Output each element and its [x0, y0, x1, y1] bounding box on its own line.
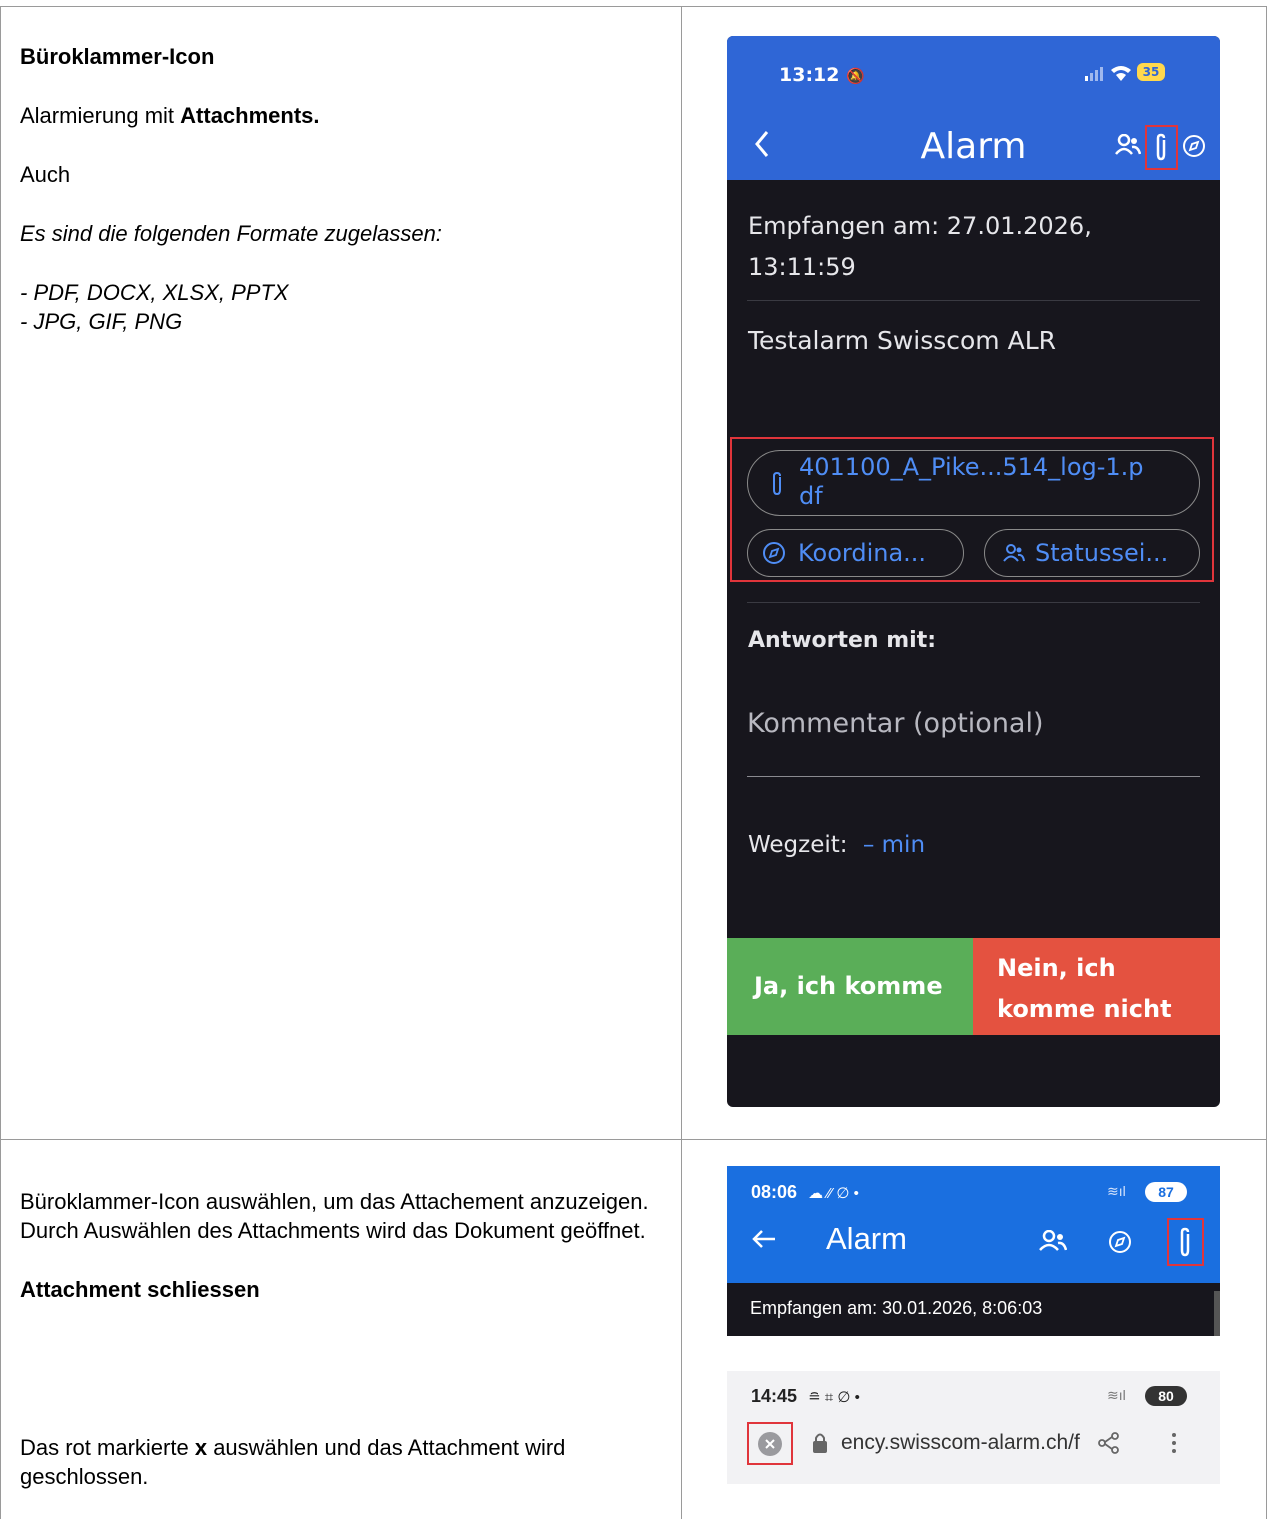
share-button[interactable] [1097, 1431, 1121, 1460]
attachment-filename: 401100_A_Pike...514_log-1.p df [799, 453, 1144, 510]
arrow-left-icon [752, 1230, 775, 1248]
compass-icon [763, 542, 785, 564]
received-label-2: Empfangen am: 30.01.2026, 8:06:03 [750, 1298, 1043, 1318]
compass-button-2[interactable] [1107, 1229, 1133, 1260]
close-icon [765, 1439, 775, 1449]
row2-heading: Attachment schliessen [20, 1277, 260, 1302]
attachment-chip[interactable]: 401100_A_Pike...514_log-1.p df [747, 450, 1200, 516]
status-time-2: 08:06 ☁ ⁄⁄ ∅ • [751, 1182, 859, 1202]
battery-icon: 80 [1145, 1386, 1187, 1406]
table-divider-middle [681, 6, 682, 1519]
mute-bell-icon: 🔕 [846, 67, 865, 85]
scrollbar[interactable] [1214, 1291, 1220, 1336]
table-row-divider [0, 1139, 1267, 1140]
phone-screenshot-alarm: 13:12 🔕 35 Alarm Empfangen am: 27.01.202… [727, 36, 1220, 1107]
yes-button[interactable]: Ja, ich komme [727, 938, 973, 1035]
page-title-2: Alarm [826, 1221, 907, 1256]
formats-line-2: - JPG, GIF, PNG [20, 309, 183, 334]
answer-label: Antworten mit: [748, 628, 937, 653]
wifi-signal-icon: ≋ıl [1107, 1387, 1126, 1403]
people-icon [1115, 133, 1142, 155]
phone-screenshot-alarm-2: 08:06 ☁ ⁄⁄ ∅ • ≋ıl 87 Alarm Empfangen am… [727, 1166, 1220, 1336]
row1-line1: Alarmierung mit Attachments. [20, 103, 320, 128]
compass-icon [1183, 135, 1205, 157]
people-button-2[interactable] [1039, 1229, 1068, 1257]
coordinates-chip-label: Koordina... [798, 539, 927, 567]
comment-placeholder: Kommentar (optional) [747, 708, 1044, 739]
no-button[interactable]: Nein, ich komme nicht [973, 938, 1220, 1035]
row1-line2: Auch [20, 162, 71, 187]
table-border-left [0, 6, 1, 1519]
status-time-3: 14:45 ≘ ⌗ ∅ • [751, 1386, 860, 1406]
formats-intro: Es sind die folgenden Formate zugelassen… [20, 221, 442, 246]
paperclip-icon [1180, 1227, 1190, 1257]
compass-button[interactable] [1182, 134, 1206, 162]
status-icons: ☁ ⁄⁄ ∅ • [808, 1185, 859, 1202]
people-icon [1003, 544, 1025, 562]
compass-icon [1109, 1231, 1131, 1253]
comment-input[interactable]: Kommentar (optional) [747, 708, 1200, 777]
coordinates-chip[interactable]: Koordina... [747, 529, 964, 577]
paperclip-icon [773, 471, 781, 496]
status-icons: ≘ ⌗ ∅ • [808, 1389, 860, 1406]
paperclip-icon [1156, 133, 1166, 161]
row2-text-cell: Büroklammer-Icon auswählen, um das Attac… [20, 1187, 660, 1304]
battery-icon: 35 [1137, 63, 1165, 81]
status-chip-label: Statussei... [1035, 539, 1169, 567]
row2-text1: Büroklammer-Icon auswählen, um das Attac… [20, 1189, 649, 1243]
more-vertical-icon [1172, 1433, 1176, 1453]
separator-2 [747, 602, 1200, 603]
row1-heading: Büroklammer-Icon [20, 44, 215, 69]
status-time: 13:12 🔕 [779, 64, 865, 86]
travel-time: Wegzeit: – min [748, 832, 926, 858]
battery-icon: 87 [1145, 1182, 1187, 1202]
status-chip[interactable]: Statussei... [984, 529, 1200, 577]
back-arrow-button[interactable] [751, 1228, 777, 1255]
share-icon [1098, 1432, 1119, 1454]
wifi-icon [1110, 64, 1132, 86]
people-icon [1039, 1229, 1068, 1251]
row1-text-cell: Büroklammer-Icon Alarmierung mit Attachm… [20, 42, 442, 336]
more-menu-button[interactable] [1169, 1431, 1179, 1460]
formats-line-1: - PDF, DOCX, XLSX, PPTX [20, 280, 289, 305]
table-border-top [0, 6, 1267, 7]
paperclip-button-2[interactable] [1176, 1226, 1194, 1263]
close-button[interactable] [758, 1432, 782, 1456]
url-field[interactable]: ency.swisscom-alarm.ch/f [841, 1431, 1080, 1455]
wifi-signal-icon: ≋ıl [1107, 1183, 1126, 1199]
travel-time-value[interactable]: – min [863, 832, 925, 858]
alarm-message: Testalarm Swisscom ALR [748, 326, 1057, 355]
paperclip-button[interactable] [1152, 132, 1170, 166]
row2-text2: Das rot markierte x auswählen und das At… [20, 1435, 566, 1489]
signal-icon [1083, 66, 1105, 86]
browser-screenshot: 14:45 ≘ ⌗ ∅ • ≋ıl 80 ency.swisscom-alarm… [727, 1371, 1220, 1484]
people-button[interactable] [1115, 133, 1142, 160]
lock-icon [811, 1431, 829, 1460]
received-label: Empfangen am: 27.01.2026, 13:11:59 [748, 212, 1092, 281]
separator-1 [747, 300, 1200, 301]
